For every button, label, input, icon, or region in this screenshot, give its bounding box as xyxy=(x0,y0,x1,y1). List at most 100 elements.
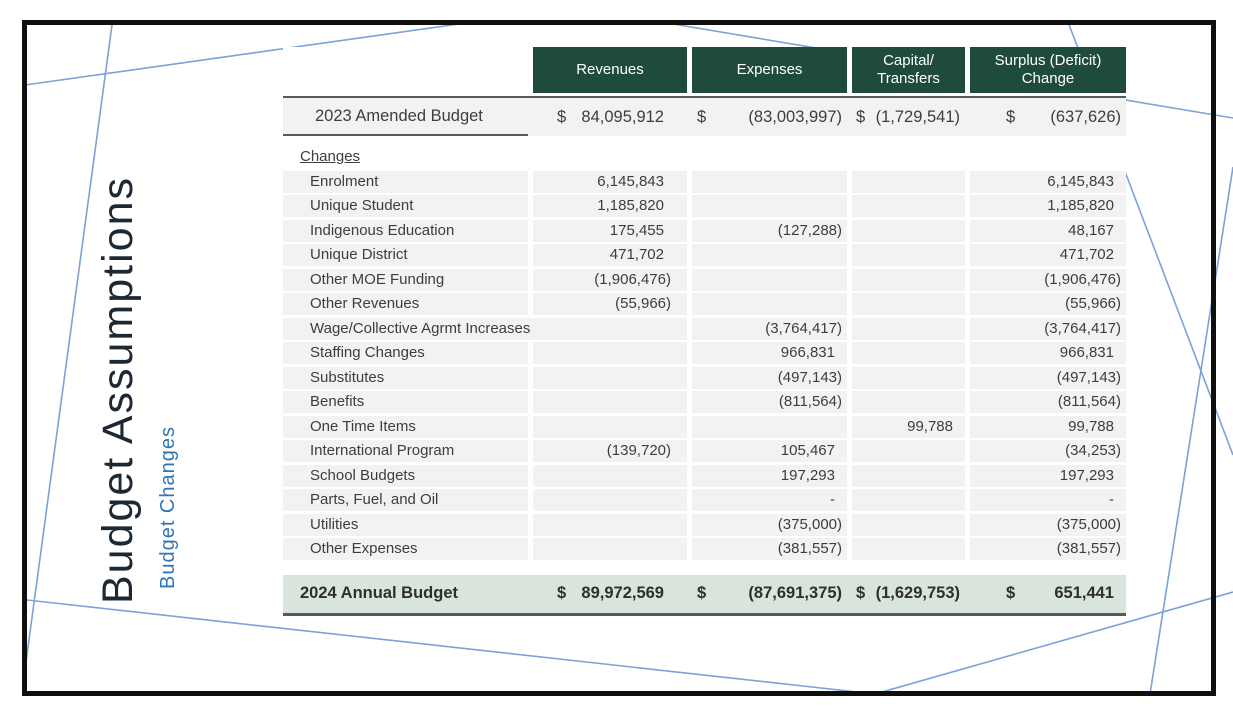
cell-expenses xyxy=(692,416,847,438)
cell-capital xyxy=(852,146,965,168)
column-header-expenses: Expenses xyxy=(692,47,847,93)
table-row: Unique Student 1,185,820 1,185,820 xyxy=(283,195,1126,217)
cell-revenues xyxy=(533,514,687,536)
cell-value: 84,095,912 xyxy=(581,108,664,127)
currency-symbol: $ xyxy=(697,584,706,603)
cell-capital: $ (1,629,753) xyxy=(852,584,965,603)
cell-revenues xyxy=(533,391,687,413)
table-row: Other Expenses (381,557) (381,557) xyxy=(283,538,1126,560)
budget-table: Revenues Expenses Capital/ Transfers Sur… xyxy=(283,47,1126,616)
cell-surplus: (375,000) xyxy=(970,514,1126,536)
cell-surplus: $ 651,441 xyxy=(970,584,1126,603)
row-label: Changes xyxy=(283,146,528,168)
title-block: Budget Assumptions Budget Changes xyxy=(94,176,180,604)
row-label: Enrolment xyxy=(283,171,528,193)
cell-value: (637,626) xyxy=(1050,108,1121,127)
cell-revenues: $ 89,972,569 xyxy=(533,584,687,603)
cell-revenues: (139,720) xyxy=(533,440,687,462)
cell-surplus: $ (637,626) xyxy=(970,108,1126,127)
cell-surplus: (3,764,417) xyxy=(970,318,1126,340)
cell-revenues xyxy=(533,538,687,560)
cell-value: 651,441 xyxy=(1054,584,1114,603)
cell-revenues: 471,702 xyxy=(533,244,687,266)
cell-surplus: 471,702 xyxy=(970,244,1126,266)
row-label: Substitutes xyxy=(283,367,528,389)
cell-value: (87,691,375) xyxy=(748,584,842,603)
cell-surplus: 966,831 xyxy=(970,342,1126,364)
cell-capital xyxy=(852,440,965,462)
cell-surplus: (55,966) xyxy=(970,293,1126,315)
cell-surplus: (497,143) xyxy=(970,367,1126,389)
cell-revenues: 6,145,843 xyxy=(533,171,687,193)
cell-expenses: - xyxy=(692,489,847,511)
cell-surplus: 197,293 xyxy=(970,465,1126,487)
row-label: Other MOE Funding xyxy=(283,269,528,291)
cell-expenses xyxy=(692,146,847,168)
cell-surplus: 1,185,820 xyxy=(970,195,1126,217)
table-row: Benefits (811,564) (811,564) xyxy=(283,391,1126,413)
row-label: Staffing Changes xyxy=(283,342,528,364)
table-row: Utilities (375,000) (375,000) xyxy=(283,514,1126,536)
table-row: Parts, Fuel, and Oil - - xyxy=(283,489,1126,511)
cell-expenses: (127,288) xyxy=(692,220,847,242)
row-label: School Budgets xyxy=(283,465,528,487)
currency-symbol: $ xyxy=(1006,108,1015,127)
currency-symbol: $ xyxy=(1006,584,1015,603)
cell-surplus: (811,564) xyxy=(970,391,1126,413)
decorative-line xyxy=(1150,167,1233,694)
currency-symbol: $ xyxy=(557,108,566,127)
cell-capital xyxy=(852,538,965,560)
cell-surplus: (381,557) xyxy=(970,538,1126,560)
cell-value: (1,729,541) xyxy=(876,108,960,127)
cell-capital xyxy=(852,342,965,364)
table-row: Indigenous Education 175,455 (127,288) 4… xyxy=(283,220,1126,242)
cell-value: (1,629,753) xyxy=(876,584,960,603)
row-label: International Program xyxy=(283,440,528,462)
row-label: Other Revenues xyxy=(283,293,528,315)
cell-revenues: 1,185,820 xyxy=(533,195,687,217)
cell-expenses: (375,000) xyxy=(692,514,847,536)
cell-capital xyxy=(852,244,965,266)
cell-expenses: 966,831 xyxy=(692,342,847,364)
cell-expenses: 197,293 xyxy=(692,465,847,487)
column-header-surplus-deficit-change: Surplus (Deficit) Change xyxy=(970,47,1126,93)
cell-revenues: (55,966) xyxy=(533,293,687,315)
cell-expenses xyxy=(692,244,847,266)
currency-symbol: $ xyxy=(856,108,865,127)
row-label: Unique Student xyxy=(283,195,528,217)
page-title: Budget Assumptions xyxy=(94,176,143,604)
cell-expenses: (3,764,417) xyxy=(692,318,847,340)
cell-capital xyxy=(852,220,965,242)
row-label: 2024 Annual Budget xyxy=(283,584,528,603)
cell-surplus xyxy=(970,146,1126,168)
cell-capital xyxy=(852,171,965,193)
cell-capital xyxy=(852,293,965,315)
table-row: Other MOE Funding (1,906,476) (1,906,476… xyxy=(283,269,1126,291)
currency-symbol: $ xyxy=(856,584,865,603)
cell-capital xyxy=(852,195,965,217)
row-spacer xyxy=(283,563,1126,575)
cell-capital xyxy=(852,465,965,487)
table-row: One Time Items 99,788 99,788 xyxy=(283,416,1126,438)
row-label: One Time Items xyxy=(283,416,528,438)
table-row: Substitutes (497,143) (497,143) xyxy=(283,367,1126,389)
cell-capital xyxy=(852,269,965,291)
cell-expenses xyxy=(692,293,847,315)
cell-surplus: (1,906,476) xyxy=(970,269,1126,291)
cell-revenues xyxy=(533,416,687,438)
table-row: Wage/Collective Agrmt Increases (3,764,4… xyxy=(283,318,1126,340)
row-label: Utilities xyxy=(283,514,528,536)
table-row: Changes xyxy=(283,146,1126,168)
cell-capital: 99,788 xyxy=(852,416,965,438)
cell-expenses xyxy=(692,195,847,217)
column-header-capital-transfers: Capital/ Transfers xyxy=(852,47,965,93)
row-spacer xyxy=(283,136,1126,146)
cell-surplus: 6,145,843 xyxy=(970,171,1126,193)
cell-revenues xyxy=(533,465,687,487)
cell-expenses: 105,467 xyxy=(692,440,847,462)
cell-capital xyxy=(852,489,965,511)
cell-expenses: (811,564) xyxy=(692,391,847,413)
currency-symbol: $ xyxy=(557,584,566,603)
cell-expenses xyxy=(692,171,847,193)
cell-revenues xyxy=(533,342,687,364)
